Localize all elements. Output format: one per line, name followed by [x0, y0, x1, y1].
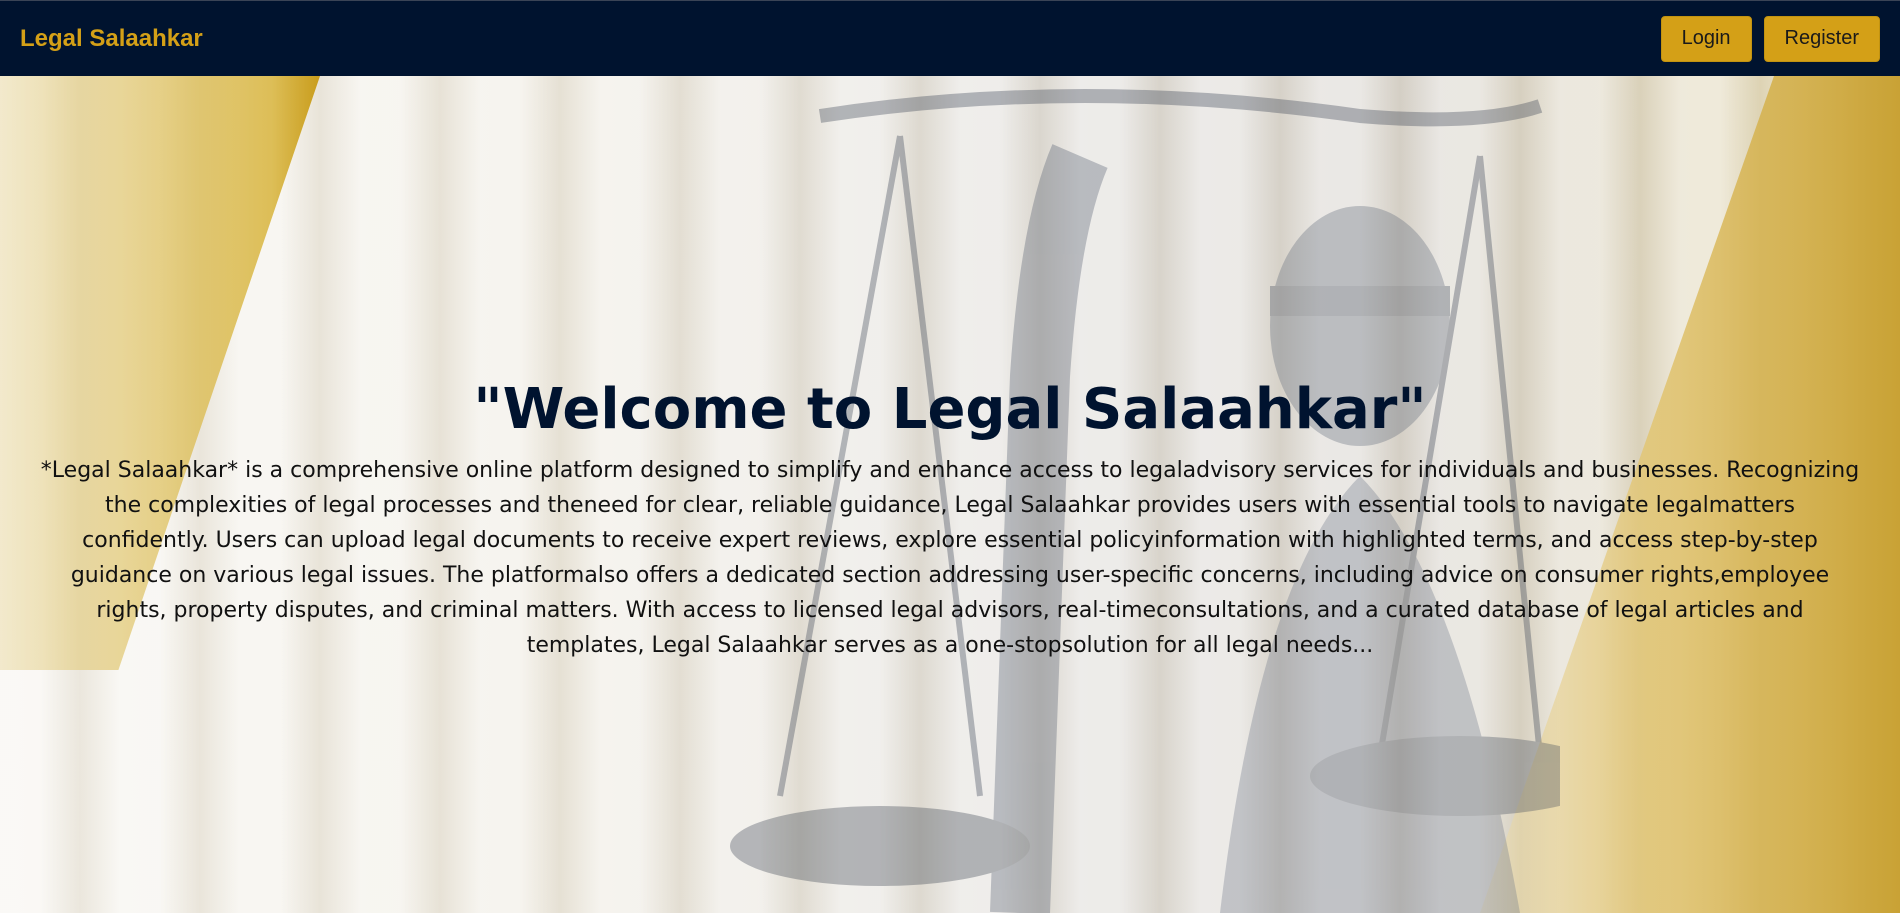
- hero-description: *Legal Salaahkar* is a comprehensive onl…: [40, 458, 1860, 659]
- hero-section: "Welcome to Legal Salaahkar" *Legal Sala…: [0, 76, 1900, 913]
- hero-content: "Welcome to Legal Salaahkar" *Legal Sala…: [40, 376, 1860, 663]
- login-button[interactable]: Login: [1660, 15, 1752, 62]
- top-navbar: Legal Salaahkar Login Register: [0, 0, 1900, 76]
- brand-logo-text[interactable]: Legal Salaahkar: [20, 25, 203, 53]
- nav-actions: Login Register: [1660, 15, 1880, 62]
- hero-title: "Welcome to Legal Salaahkar": [473, 377, 1427, 442]
- register-button[interactable]: Register: [1763, 15, 1880, 62]
